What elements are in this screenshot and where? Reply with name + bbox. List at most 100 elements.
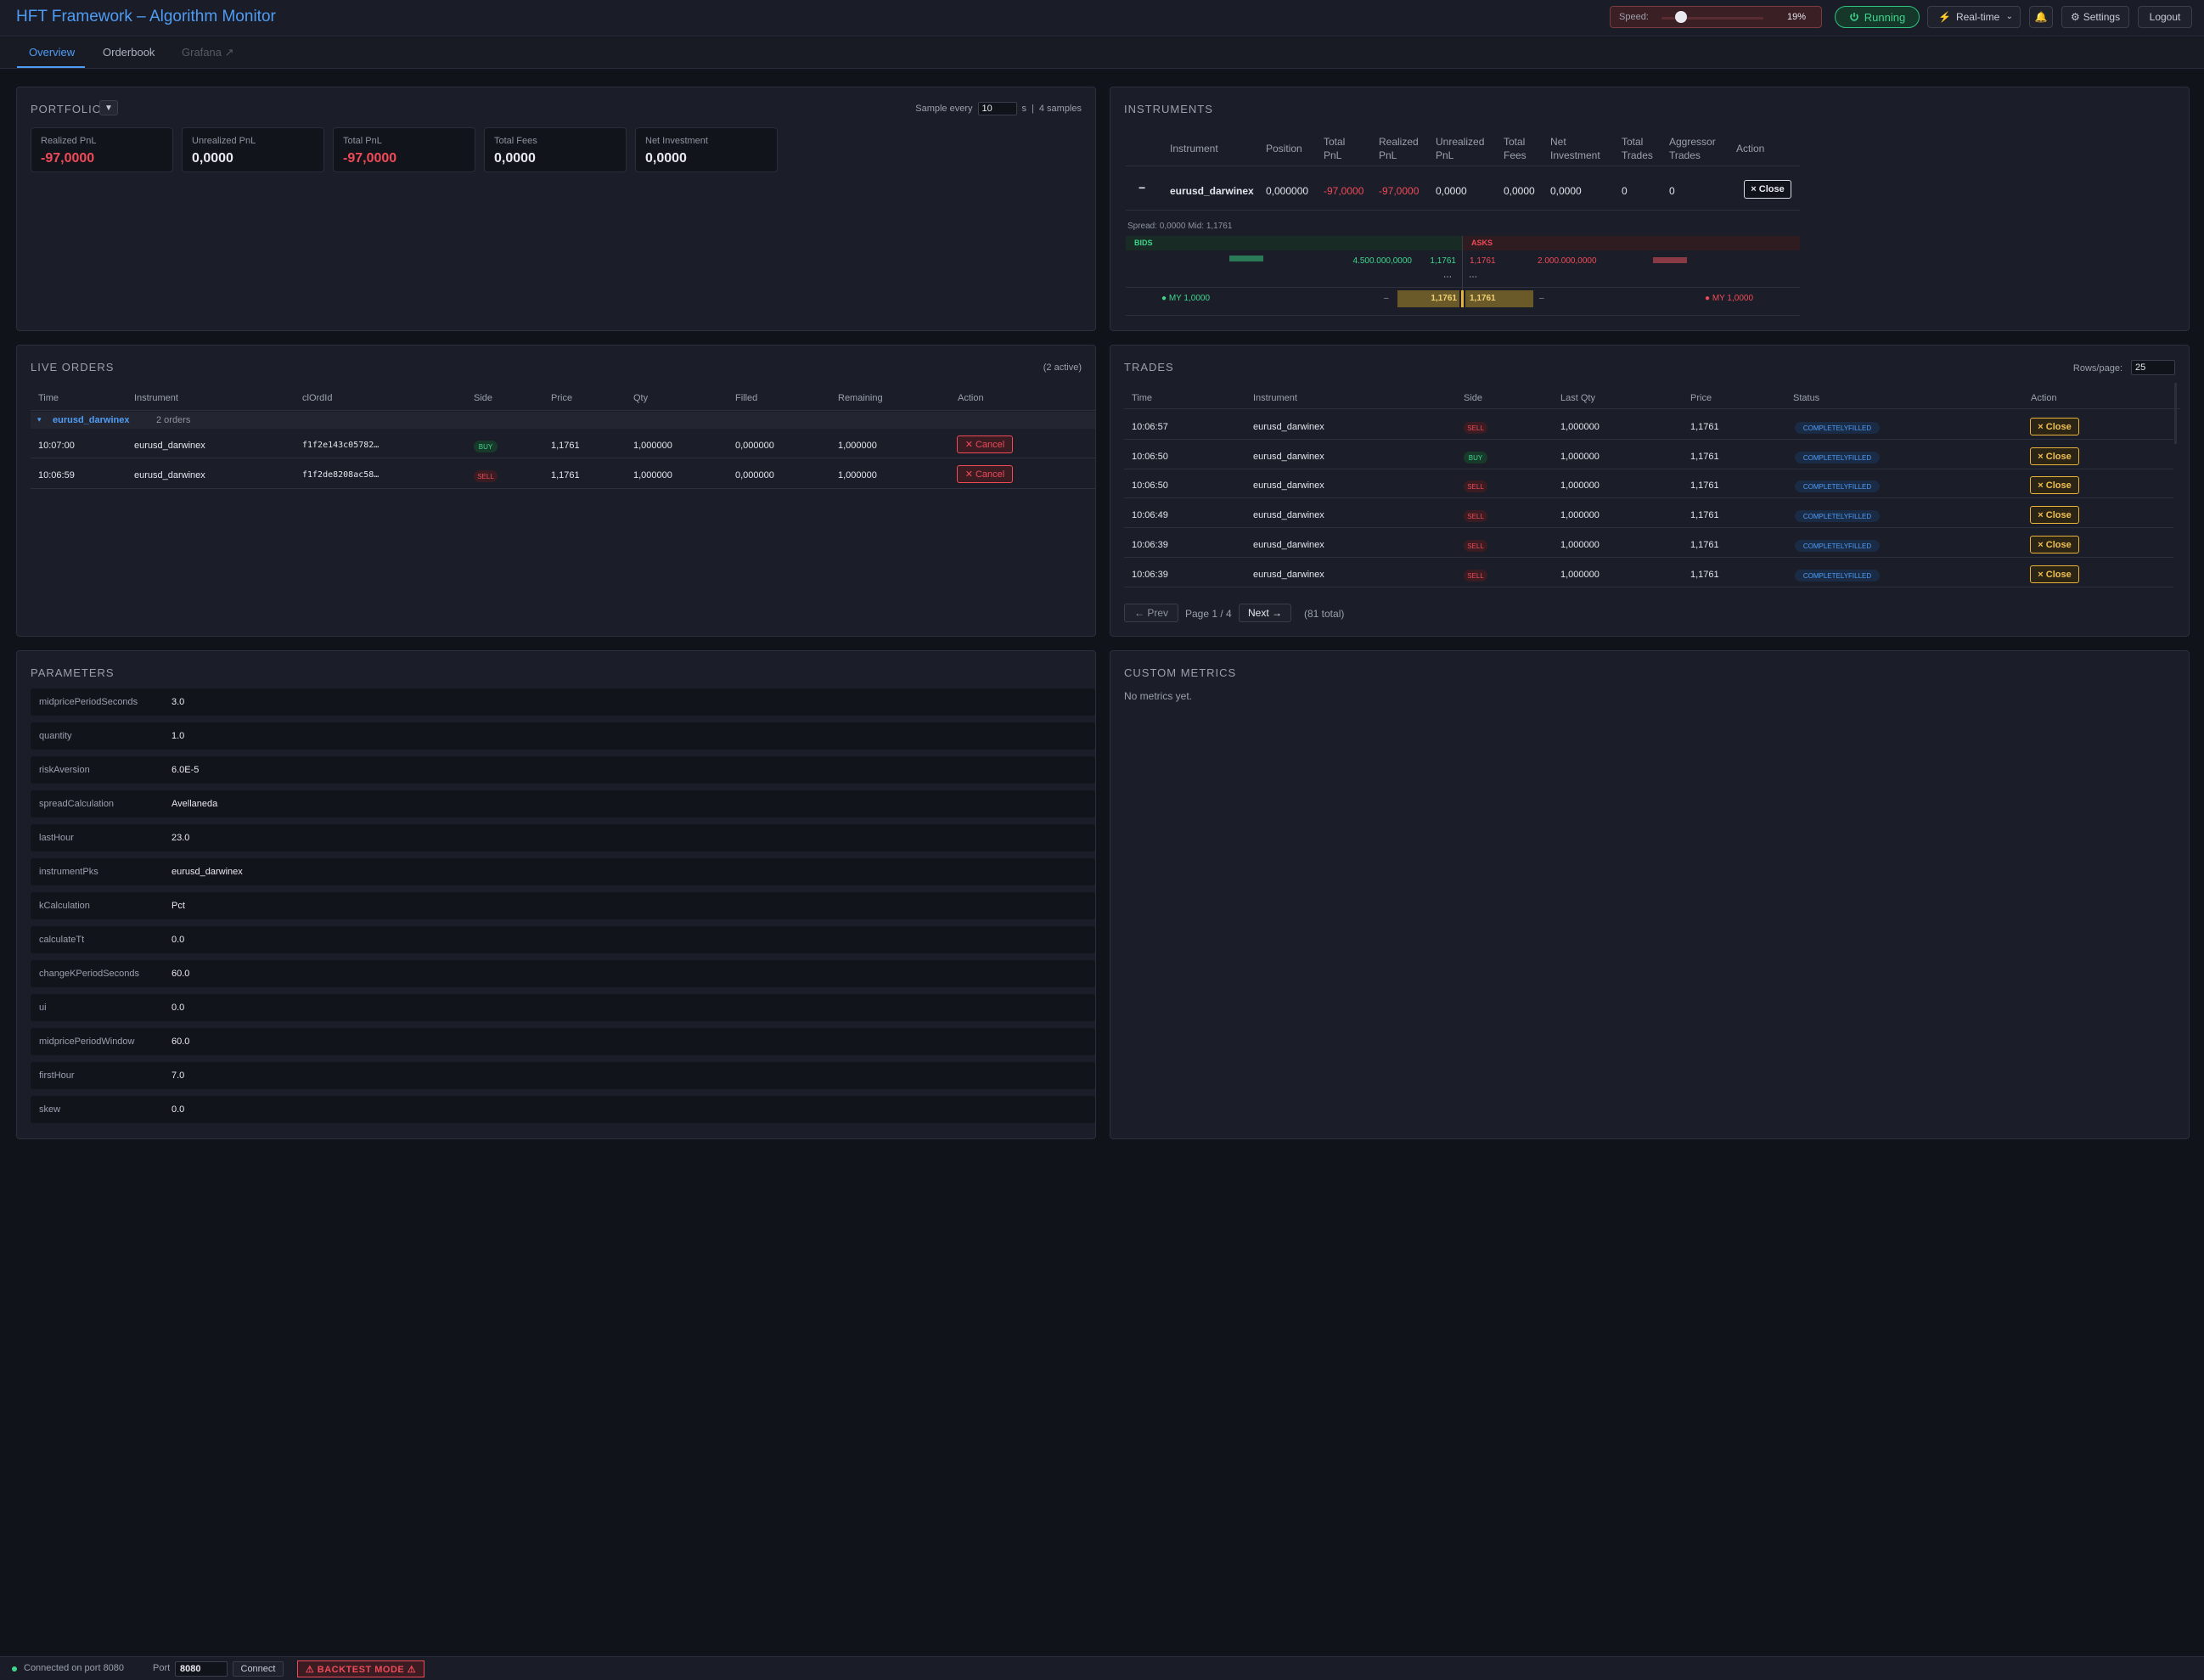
order-filled: 0,000000 xyxy=(735,441,774,451)
stat-value: 0,0000 xyxy=(192,151,233,166)
parameters-panel: PARAMETERS midpricePeriodSeconds 3.0 quant… xyxy=(16,650,1096,1139)
rows-per-page-label: Rows/page: xyxy=(2072,363,2122,374)
tab-grafana[interactable]: Grafana ↗ xyxy=(182,46,233,59)
close-trade-button[interactable]: × Close xyxy=(2030,447,2079,465)
close-trade-button[interactable]: × Close xyxy=(2030,418,2079,435)
tab-orderbook[interactable]: Orderbook xyxy=(103,46,155,59)
running-toggle-button[interactable]: Running xyxy=(1835,6,1920,28)
close-trade-button[interactable]: × Close xyxy=(2030,565,2079,583)
side-badge-buy: BUY xyxy=(1464,452,1487,464)
col-label-line: Net xyxy=(1550,136,1566,148)
tab-overview[interactable]: Overview xyxy=(29,46,75,59)
cancel-order-button[interactable]: ✕ Cancel xyxy=(957,435,1013,453)
trade-time: 10:06:50 xyxy=(1132,480,1168,491)
parameter-value: 60.0 xyxy=(171,1037,190,1047)
sample-separator: | xyxy=(1032,104,1034,114)
close-trade-button[interactable]: × Close xyxy=(2030,536,2079,553)
stat-value: -97,0000 xyxy=(343,151,397,166)
trade-qty: 1,000000 xyxy=(1560,540,1600,550)
mode-label: Real-time xyxy=(1955,11,2000,23)
order-clordid: f1f2e143c05782… xyxy=(302,441,380,450)
cancel-order-button[interactable]: ✕ Cancel xyxy=(957,465,1013,483)
side-badge-buy: BUY xyxy=(474,441,498,452)
col-qty: Qty xyxy=(633,393,649,403)
order-qty: 1,000000 xyxy=(633,470,672,480)
live-orders-panel: LIVE ORDERS (2 active) Time Instrument c… xyxy=(16,345,1096,637)
parameter-row: lastHour 23.0 xyxy=(31,824,1095,851)
port-input[interactable]: 8080 xyxy=(175,1661,228,1677)
trade-price: 1,1761 xyxy=(1690,540,1719,550)
order-group-row[interactable]: ▾ eurusd_darwinex 2 orders xyxy=(31,412,1095,429)
sample-interval-input[interactable]: 10 xyxy=(977,102,1017,115)
row-divider xyxy=(1124,557,2173,558)
instrument-position: 0,000000 xyxy=(1266,185,1309,197)
notifications-button[interactable]: 🔔 xyxy=(2029,6,2053,28)
stat-value: -97,0000 xyxy=(41,151,95,166)
col-price: Price xyxy=(1690,393,1712,403)
order-instrument: eurusd_darwinex xyxy=(134,470,205,480)
order-time: 10:06:59 xyxy=(38,470,75,480)
col-remaining: Remaining xyxy=(838,393,883,403)
trade-time: 10:06:39 xyxy=(1132,540,1168,550)
samples-count: 4 samples xyxy=(1038,104,1082,114)
speed-slider-handle[interactable] xyxy=(1675,11,1687,23)
trade-instrument: eurusd_darwinex xyxy=(1253,422,1324,432)
my-bid-price: 1,1761 xyxy=(1431,294,1457,303)
my-order-marker xyxy=(1461,290,1464,307)
my-ask-order: ● MY 1,0000 xyxy=(1705,294,1754,303)
settings-button[interactable]: ⚙ Settings xyxy=(2061,6,2129,28)
connection-status-icon xyxy=(12,1666,17,1672)
row-divider xyxy=(1124,497,2173,498)
trades-scrollbar[interactable] xyxy=(2174,383,2177,444)
close-trade-button[interactable]: × Close xyxy=(2030,476,2079,494)
instruments-title: INSTRUMENTS xyxy=(1124,103,1213,115)
order-clordid: f1f2de8208ac58… xyxy=(302,470,380,480)
top-bar: HFT Framework – Algorithm Monitor Speed:… xyxy=(0,0,2204,37)
custom-metrics-panel: CUSTOM METRICS No metrics yet. xyxy=(1110,650,2190,1139)
col-realized-pnl: Realized PnL xyxy=(1379,135,1419,162)
side-badge-sell: SELL xyxy=(1464,570,1487,582)
trade-qty: 1,000000 xyxy=(1560,452,1600,462)
mode-select[interactable]: ⚡ Real-time ⌄ xyxy=(1927,6,2021,28)
my-ask-dash: – xyxy=(1539,294,1544,303)
stat-card-total-fees: Total Fees 0,0000 xyxy=(484,127,627,172)
col-clordid: clOrdId xyxy=(302,393,333,403)
close-position-button[interactable]: × Close xyxy=(1744,180,1791,199)
parameter-name: changeKPeriodSeconds xyxy=(39,969,140,979)
parameter-row: instrumentPks eurusd_darwinex xyxy=(31,858,1095,885)
portfolio-toggle-button[interactable]: ▼ xyxy=(99,100,118,115)
parameter-name: spreadCalculation xyxy=(39,799,115,809)
col-instrument: Instrument xyxy=(1253,393,1297,403)
row-divider xyxy=(31,488,1095,489)
col-label-line: PnL xyxy=(1436,149,1454,161)
trade-instrument: eurusd_darwinex xyxy=(1253,452,1324,462)
header-divider xyxy=(1124,408,2180,409)
trade-status-badge: COMPLETELYFILLED xyxy=(1795,510,1880,522)
trade-qty: 1,000000 xyxy=(1560,422,1600,432)
custom-metrics-title: CUSTOM METRICS xyxy=(1124,666,1237,679)
rows-per-page-input[interactable]: 25 xyxy=(2131,360,2175,375)
ask-qty: 2.000.000,0000 xyxy=(1538,256,1597,266)
order-filled: 0,000000 xyxy=(735,470,774,480)
prev-page-button[interactable]: ← Prev xyxy=(1124,604,1178,622)
logout-button[interactable]: Logout xyxy=(2138,6,2192,28)
row-divider xyxy=(1126,210,1800,211)
ask-price: 1,1761 xyxy=(1470,256,1496,266)
portfolio-title: PORTFOLIO xyxy=(31,103,102,115)
close-trade-button[interactable]: × Close xyxy=(2030,506,2079,524)
expand-group-icon[interactable]: ▾ xyxy=(37,415,42,424)
my-bid-dash: – xyxy=(1384,294,1389,303)
app-title: HFT Framework – Algorithm Monitor xyxy=(16,8,276,25)
collapse-row-button[interactable]: − xyxy=(1139,181,1145,194)
instrument-total-fees: 0,0000 xyxy=(1504,185,1535,197)
next-page-button[interactable]: Next → xyxy=(1239,604,1291,622)
stat-label: Net Investment xyxy=(645,136,708,146)
stat-label: Realized PnL xyxy=(41,136,97,146)
col-status: Status xyxy=(1793,393,1820,403)
chevron-down-icon: ⌄ xyxy=(2005,12,2013,21)
parameter-row: midpricePeriodSeconds 3.0 xyxy=(31,688,1095,716)
col-action: Action xyxy=(2031,393,2057,403)
stat-card-net-investment: Net Investment 0,0000 xyxy=(635,127,778,172)
instrument-total-pnl: -97,0000 xyxy=(1324,185,1364,197)
connect-button[interactable]: Connect xyxy=(233,1661,284,1677)
